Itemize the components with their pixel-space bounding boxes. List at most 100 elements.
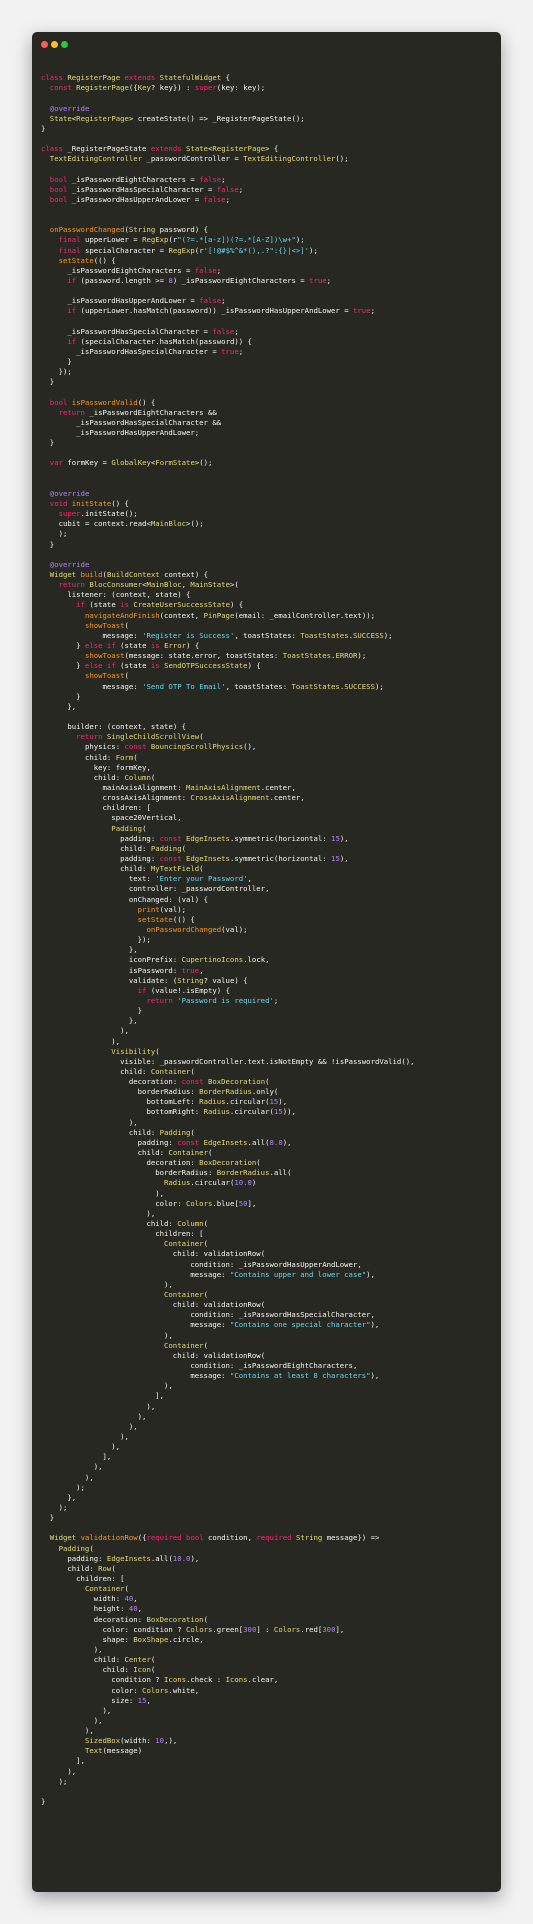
code-line: builder: (context, state) {	[67, 722, 187, 732]
code-line: super.initState();	[58, 509, 138, 519]
code-line: navigateAndFinish(context, PinPage(email…	[84, 610, 375, 620]
code-line: ),	[41, 1117, 138, 1127]
code-line: condition: _isPasswordEightCharacters,	[190, 1361, 358, 1370]
code-line: padding: EdgeInsets.all(10.0),	[67, 1553, 200, 1563]
code-line: controller: _passwordController,	[128, 884, 270, 894]
code-line: ),	[41, 1279, 173, 1289]
code-line: child: Padding(	[128, 1127, 195, 1137]
code-line: bool _isPasswordEightCharacters = false;	[49, 174, 226, 184]
code-line: child: Padding(	[120, 843, 187, 853]
code-line: message: "Contains one special character…	[190, 1320, 380, 1330]
code-line: ),	[41, 1036, 121, 1046]
code-line: child: Container(	[137, 1148, 213, 1158]
code-line: Container(	[84, 1584, 129, 1594]
code-line: onChanged: (val) {	[128, 894, 208, 904]
code-line: Widget build(BuildContext context) {	[49, 570, 209, 580]
code-line: decoration: BoxDecoration(	[93, 1614, 208, 1624]
code-line: },	[41, 1492, 77, 1502]
code-line: padding: const EdgeInsets.all(8.0),	[137, 1137, 292, 1147]
code-line: ),	[41, 1026, 129, 1036]
code-line: space20Vertical,	[111, 813, 182, 823]
code-line: } else if (state is SendOTPSuccessState)…	[41, 661, 261, 671]
code-line: );	[41, 1502, 68, 1512]
code-line: ),	[41, 1208, 156, 1218]
code-line: message: "Contains at least 8 characters…	[190, 1371, 380, 1381]
close-dot-icon[interactable]	[41, 41, 48, 48]
code-line: bool _isPasswordHasSpecialCharacter = fa…	[49, 184, 244, 194]
code-line: Container(	[164, 1290, 208, 1300]
code-line: ),	[41, 1766, 77, 1776]
code-line: borderRadius: BorderRadius.all(	[155, 1168, 292, 1178]
code-window: class RegisterPage extends StatefulWidge…	[32, 32, 501, 1892]
code-line: if (value!.isEmpty) {	[137, 985, 230, 995]
code-line: condition ? Icons.check : Icons.clear,	[111, 1675, 279, 1685]
code-line: child: validationRow(	[172, 1350, 266, 1360]
code-line: crossAxisAlignment: CrossAxisAlignment.c…	[102, 793, 305, 803]
code-line: size: 15,	[111, 1695, 151, 1705]
code-line: width: 40,	[93, 1594, 138, 1604]
code-line: ),	[41, 1330, 173, 1340]
code-line: child: validationRow(	[172, 1249, 266, 1259]
code-line: ),	[41, 1705, 112, 1715]
minimize-dot-icon[interactable]	[51, 41, 58, 48]
code-line: _isPasswordEightCharacters = false;	[67, 265, 222, 275]
code-line: ],	[41, 1452, 112, 1462]
code-line: }	[41, 377, 55, 387]
code-line: iconPrefix: CupertinoIcons.lock,	[128, 955, 270, 965]
code-line: mainAxisAlignment: MainAxisAlignment.cen…	[102, 782, 296, 792]
code-line: print(val);	[137, 904, 187, 914]
code-line: validate: (String? value) {	[128, 975, 248, 985]
code-line: TextEditingController _passwordControlle…	[49, 154, 349, 164]
code-line: @override	[49, 559, 90, 569]
code-line: _isPasswordHasUpperAndLower = false;	[67, 296, 226, 306]
code-line: height: 40,	[93, 1604, 143, 1614]
code-line: ],	[41, 1391, 165, 1401]
code-line: child: Container(	[120, 1066, 195, 1076]
code-line: child: Form(	[84, 752, 138, 762]
code-line: color: Colors.white,	[111, 1685, 200, 1695]
code-line: } else if (state is Error) {	[41, 641, 200, 651]
code-line: key: formKey,	[93, 762, 151, 772]
code-line: ),	[41, 1472, 94, 1482]
code-line: bool _isPasswordHasUpperAndLower = false…	[49, 194, 230, 204]
code-line: );	[41, 1482, 85, 1492]
code-line: @override	[49, 488, 90, 498]
code-line: const RegisterPage({Key? key}) : super(k…	[49, 83, 266, 93]
code-line: return _isPasswordEightCharacters &&	[58, 407, 217, 417]
code-line: }	[41, 1006, 143, 1016]
code-line: child: Column(	[146, 1219, 208, 1229]
code-line: }	[41, 438, 55, 448]
code-line: child: validationRow(	[172, 1300, 266, 1310]
code-line: bottomRight: Radius.circular(15)),	[146, 1107, 296, 1117]
code-line: },	[41, 945, 138, 955]
code-line: );	[41, 1776, 68, 1786]
code-line: ),	[41, 1421, 138, 1431]
code-line: }	[41, 357, 72, 367]
code-line: }	[41, 539, 55, 549]
code-line: children: [	[155, 1229, 204, 1239]
code-line: Container(	[164, 1239, 208, 1249]
code-line: message: "Contains upper and lower case"…	[190, 1269, 375, 1279]
code-line: ),	[41, 1715, 103, 1725]
code-line: ),	[41, 1726, 94, 1736]
code-line: child: Icon(	[102, 1665, 156, 1675]
code-line: cubit = context.read<MainBloc>();	[58, 519, 204, 529]
code-line: visible: _passwordController.text.isNotE…	[120, 1056, 415, 1066]
code-line: return BlocConsumer<MainBloc, MainState>…	[58, 580, 239, 590]
maximize-dot-icon[interactable]	[61, 41, 68, 48]
code-line: message: 'Register is Success', toastSta…	[102, 630, 393, 640]
code-line: final upperLower = RegExp(r"(?=.*[a-z])(…	[58, 235, 305, 245]
code-line: bool isPasswordValid() {	[49, 397, 156, 407]
code-line: }	[41, 123, 46, 133]
code-line: ),	[41, 1644, 103, 1654]
code-line: Padding(	[58, 1543, 94, 1553]
